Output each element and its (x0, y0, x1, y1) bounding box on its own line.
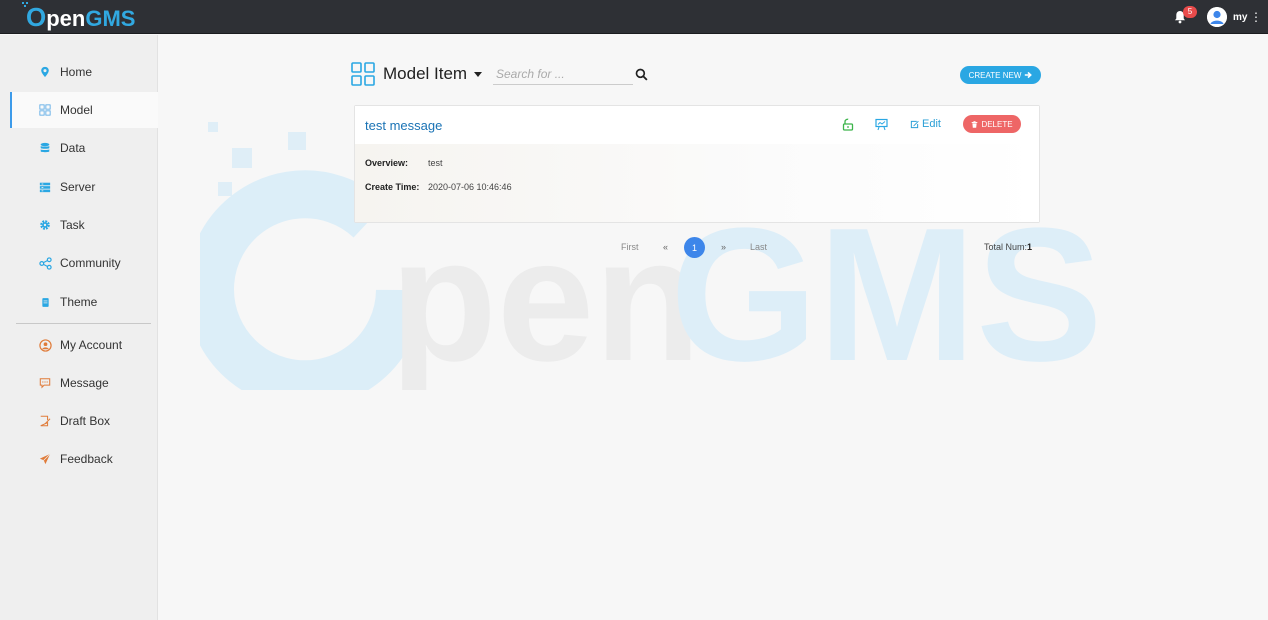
overview-label: Overview: (365, 158, 409, 168)
svg-text:pen: pen (390, 203, 701, 390)
sidebar-item-label: Server (60, 180, 96, 194)
create-new-button[interactable]: CREATE NEW (960, 66, 1041, 84)
sidebar-item-my-account[interactable]: My Account (10, 327, 158, 363)
edit-icon (910, 120, 919, 128)
trash-icon (972, 120, 978, 128)
edit-link[interactable]: Edit (910, 118, 941, 130)
user-avatar-icon (1207, 7, 1227, 27)
sidebar-item-model[interactable]: Model (10, 92, 158, 128)
send-icon (38, 452, 52, 466)
edit-label: Edit (922, 118, 941, 130)
delete-button[interactable]: DELETE (963, 115, 1021, 133)
create-new-label: CREATE NEW (968, 70, 1022, 80)
total-value: 1 (1027, 242, 1033, 252)
sidebar-item-home[interactable]: Home (10, 54, 158, 90)
pagination-last[interactable]: Last (750, 242, 767, 252)
sidebar-item-task[interactable]: Task (10, 207, 158, 243)
overview-value: test (428, 158, 443, 168)
create-time-value: 2020-07-06 10:46:46 (428, 182, 512, 192)
map-marker-icon (38, 65, 52, 79)
pagination-next[interactable]: » (721, 242, 726, 252)
logo-pen: pen (46, 6, 86, 31)
gear-icon (38, 218, 52, 232)
presentation-icon[interactable] (875, 118, 888, 131)
server-icon (38, 180, 52, 194)
sidebar-item-message[interactable]: Message (10, 365, 158, 401)
model-grid-icon (351, 62, 375, 86)
card-title[interactable]: test message (365, 118, 442, 133)
total-label: Total Num: (984, 242, 1028, 252)
book-icon (38, 295, 52, 309)
model-item-card: test message Edit DELETE Overview: test … (354, 105, 1040, 223)
sidebar: Home Model Data Server Task Community Th… (0, 35, 158, 620)
sidebar-item-label: My Account (60, 338, 123, 352)
more-menu-icon[interactable]: ⋮ (1250, 10, 1262, 24)
total-count: Total Num:1 (984, 242, 1032, 252)
search-input[interactable] (493, 64, 633, 85)
sidebar-item-label: Model (60, 103, 93, 117)
card-body: Overview: test Create Time: 2020-07-06 1… (355, 144, 1039, 222)
top-bar: O pen GMS 5 my ⋮ (0, 0, 1268, 34)
sidebar-item-label: Theme (60, 295, 98, 309)
sidebar-item-label: Draft Box (60, 414, 111, 428)
username[interactable]: my (1233, 12, 1247, 23)
delete-label: DELETE (981, 119, 1013, 129)
sidebar-item-label: Data (60, 141, 86, 155)
share-icon (38, 256, 52, 270)
pagination-first[interactable]: First (621, 242, 639, 252)
sidebar-divider (16, 323, 151, 324)
message-icon (38, 376, 52, 390)
sidebar-item-label: Task (60, 218, 85, 232)
unlock-icon[interactable] (842, 118, 854, 131)
notification-badge: 5 (1183, 6, 1197, 18)
logo-o: O (26, 2, 47, 32)
arrow-right-icon (1025, 71, 1033, 79)
sidebar-item-draft-box[interactable]: Draft Box (10, 403, 158, 439)
logo-gms: GMS (85, 6, 136, 31)
avatar[interactable] (1207, 7, 1227, 27)
draft-icon (38, 414, 52, 428)
chevron-down-icon[interactable] (474, 72, 482, 77)
pagination-prev[interactable]: « (663, 242, 668, 252)
create-time-label: Create Time: (365, 182, 420, 192)
sidebar-item-theme[interactable]: Theme (10, 284, 158, 320)
sidebar-item-data[interactable]: Data (10, 130, 158, 166)
card-header: test message Edit DELETE (355, 106, 1039, 144)
sidebar-item-label: Home (60, 65, 93, 79)
sidebar-item-label: Feedback (60, 452, 113, 466)
opengms-logo[interactable]: O pen GMS (22, 2, 136, 32)
database-icon (38, 141, 52, 155)
sidebar-item-feedback[interactable]: Feedback (10, 441, 158, 477)
sidebar-item-label: Community (60, 256, 121, 270)
pagination-current-page[interactable]: 1 (684, 237, 705, 258)
sidebar-item-label: Message (60, 376, 109, 390)
grid-icon (38, 103, 52, 117)
page-title[interactable]: Model Item (383, 64, 467, 84)
sidebar-item-community[interactable]: Community (10, 245, 158, 281)
search-icon[interactable] (635, 68, 648, 81)
sidebar-item-server[interactable]: Server (10, 169, 158, 205)
account-icon (38, 338, 52, 352)
